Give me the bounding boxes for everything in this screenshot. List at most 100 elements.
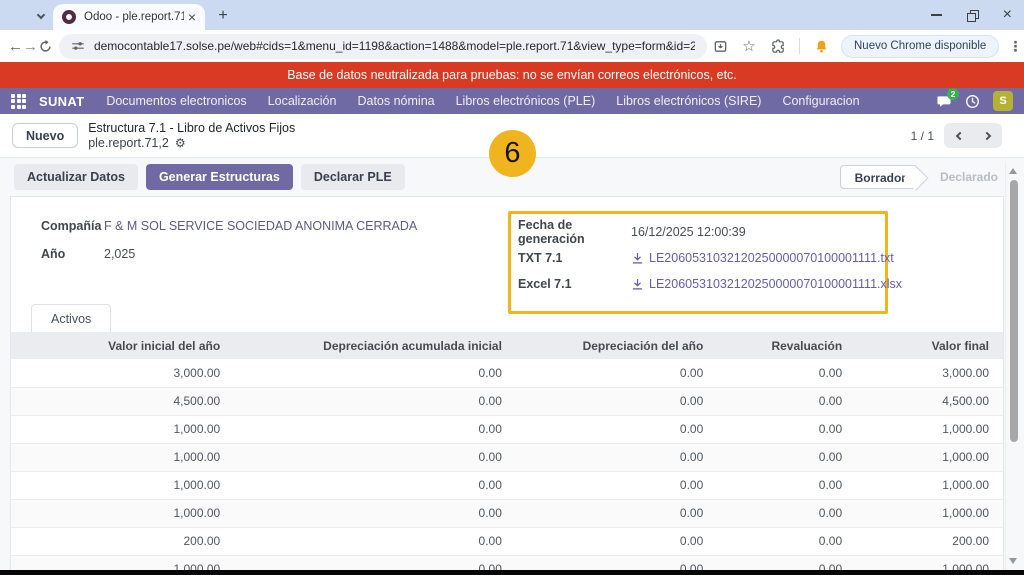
table-cell: 3,000.00 bbox=[856, 359, 1003, 387]
download-icon bbox=[631, 252, 644, 265]
table-row[interactable]: 1,000.000.000.000.001,000.00 bbox=[11, 443, 1003, 471]
url-bar[interactable]: democontable17.solse.pe/web#cids=1&menu_… bbox=[59, 34, 707, 59]
menu-libros-sire[interactable]: Libros electrónicos (SIRE) bbox=[616, 94, 761, 108]
messages-button[interactable]: 2 bbox=[936, 94, 952, 109]
bookmark-star-icon[interactable]: ☆ bbox=[736, 33, 762, 59]
settings-gear-icon[interactable]: ⚙ bbox=[175, 136, 186, 150]
table-cell: 3,000.00 bbox=[11, 359, 234, 387]
menu-configuracion[interactable]: Configuracion bbox=[782, 94, 859, 108]
table-row[interactable]: 1,000.000.000.000.001,000.00 bbox=[11, 415, 1003, 443]
new-tab-button[interactable]: + bbox=[213, 6, 233, 26]
forward-button[interactable]: → bbox=[23, 33, 38, 59]
activities-clock-button[interactable] bbox=[965, 94, 980, 109]
app-brand[interactable]: SUNAT bbox=[39, 94, 84, 109]
reload-icon bbox=[38, 39, 53, 54]
table-cell: 0.00 bbox=[234, 415, 516, 443]
tab-close-icon[interactable]: × bbox=[188, 10, 196, 24]
table-cell: 200.00 bbox=[856, 527, 1003, 555]
update-data-button[interactable]: Actualizar Datos bbox=[14, 164, 138, 190]
record-subtitle: ple.report.71,2 bbox=[88, 136, 169, 151]
tab-search-chevron-button[interactable] bbox=[32, 7, 50, 25]
back-button[interactable]: ← bbox=[8, 33, 23, 59]
menu-documentos-electronicos[interactable]: Documentos electronicos bbox=[106, 94, 246, 108]
reload-button[interactable] bbox=[38, 33, 53, 59]
scrollbar-down-arrow[interactable] bbox=[1009, 558, 1017, 564]
table-header-row: Valor inicial del año Depreciación acumu… bbox=[11, 332, 1003, 359]
txt-download-link[interactable]: LE2060531032120250000070100001111.txt bbox=[631, 251, 894, 265]
company-value[interactable]: F & M SOL SERVICE SOCIEDAD ANONIMA CERRA… bbox=[104, 219, 417, 233]
pager-previous-button[interactable] bbox=[944, 123, 973, 148]
table-cell: 0.00 bbox=[516, 471, 717, 499]
table-row[interactable]: 3,000.000.000.000.003,000.00 bbox=[11, 359, 1003, 387]
breadcrumb: Estructura 7.1 - Libro de Activos Fijos … bbox=[88, 121, 295, 151]
col-depreciacion-acumulada[interactable]: Depreciación acumulada inicial bbox=[234, 332, 516, 359]
new-record-button[interactable]: Nuevo bbox=[12, 123, 78, 148]
chevron-right-icon bbox=[982, 131, 990, 139]
table-cell: 0.00 bbox=[234, 387, 516, 415]
bell-icon bbox=[814, 39, 829, 54]
table-row[interactable]: 200.000.000.000.00200.00 bbox=[11, 527, 1003, 555]
site-settings-icon[interactable] bbox=[71, 39, 85, 53]
table-cell: 1,000.00 bbox=[11, 415, 234, 443]
year-label: Año bbox=[41, 247, 97, 261]
table-row[interactable]: 1,000.000.000.000.001,000.00 bbox=[11, 499, 1003, 527]
notification-bell-button[interactable] bbox=[808, 33, 834, 59]
chevron-left-icon bbox=[955, 131, 963, 139]
table-cell: 0.00 bbox=[516, 527, 717, 555]
status-borrador[interactable]: Borrador bbox=[840, 165, 916, 189]
excel-download-link[interactable]: LE2060531032120250000070100001111.xlsx bbox=[631, 277, 902, 291]
window-restore-button[interactable] bbox=[967, 10, 978, 21]
window-minimize-button[interactable] bbox=[931, 14, 942, 16]
table-cell: 1,000.00 bbox=[11, 443, 234, 471]
table-row[interactable]: 1,000.000.000.000.001,000.00 bbox=[11, 471, 1003, 499]
pager-next-button[interactable] bbox=[973, 123, 1002, 148]
table-cell: 0.00 bbox=[516, 387, 717, 415]
menu-datos-nomina[interactable]: Datos nómina bbox=[357, 94, 434, 108]
scrollbar-thumb[interactable] bbox=[1010, 180, 1018, 442]
table-cell: 4,500.00 bbox=[856, 387, 1003, 415]
vertical-scrollbar[interactable] bbox=[1005, 162, 1020, 570]
extensions-button[interactable] bbox=[765, 33, 791, 59]
browser-tab[interactable]: Odoo - ple.report.71,2 × bbox=[53, 4, 205, 30]
pager-count: 1 / 1 bbox=[911, 129, 934, 143]
chrome-update-button[interactable]: Nuevo Chrome disponible bbox=[841, 35, 999, 58]
col-revaluacion[interactable]: Revaluación bbox=[717, 332, 856, 359]
year-value[interactable]: 2,025 bbox=[104, 247, 135, 261]
menu-libros-ple[interactable]: Libros electrónicos (PLE) bbox=[456, 94, 596, 108]
generate-structures-button[interactable]: Generar Estructuras bbox=[146, 164, 293, 190]
table-row[interactable]: 4,500.000.000.000.004,500.00 bbox=[11, 387, 1003, 415]
window-close-button[interactable]: × bbox=[1003, 7, 1012, 23]
annotation-step-badge: 6 bbox=[489, 130, 536, 177]
declare-ple-button[interactable]: Declarar PLE bbox=[301, 164, 405, 190]
company-label: Compañía bbox=[41, 219, 97, 233]
col-valor-final[interactable]: Valor final bbox=[856, 332, 1003, 359]
record-title[interactable]: Estructura 7.1 - Libro de Activos Fijos bbox=[88, 121, 295, 136]
col-valor-inicial[interactable]: Valor inicial del año bbox=[11, 332, 234, 359]
menu-localizacion[interactable]: Localización bbox=[268, 94, 337, 108]
screen-bottom-edge bbox=[0, 570, 1024, 575]
toolbar-divider bbox=[799, 38, 800, 54]
table-cell: 0.00 bbox=[234, 359, 516, 387]
table-cell: 0.00 bbox=[234, 527, 516, 555]
table-cell: 0.00 bbox=[234, 499, 516, 527]
navbar-systray: 2 S bbox=[936, 91, 1013, 111]
assets-table-body: 3,000.000.000.000.003,000.004,500.000.00… bbox=[11, 359, 1003, 575]
table-cell: 0.00 bbox=[717, 387, 856, 415]
browser-titlebar: Odoo - ple.report.71,2 × + × bbox=[0, 0, 1024, 30]
table-cell: 0.00 bbox=[234, 443, 516, 471]
tab-activos[interactable]: Activos bbox=[31, 304, 111, 332]
install-icon bbox=[713, 39, 728, 54]
table-cell: 0.00 bbox=[717, 415, 856, 443]
status-declarado[interactable]: Declarado bbox=[940, 170, 998, 184]
install-app-button[interactable] bbox=[707, 33, 733, 59]
tab-title: Odoo - ple.report.71,2 bbox=[84, 11, 184, 23]
odoo-favicon-icon bbox=[62, 10, 76, 24]
browser-menu-icon[interactable]: ⋮ bbox=[1006, 38, 1024, 55]
apps-grid-icon[interactable] bbox=[11, 94, 26, 109]
txt-file-name: LE2060531032120250000070100001111.txt bbox=[649, 251, 894, 265]
scrollbar-up-arrow[interactable] bbox=[1009, 168, 1017, 174]
user-avatar[interactable]: S bbox=[993, 91, 1013, 111]
table-cell: 0.00 bbox=[516, 443, 717, 471]
table-cell: 0.00 bbox=[717, 359, 856, 387]
col-depreciacion-anio[interactable]: Depreciación del año bbox=[516, 332, 717, 359]
